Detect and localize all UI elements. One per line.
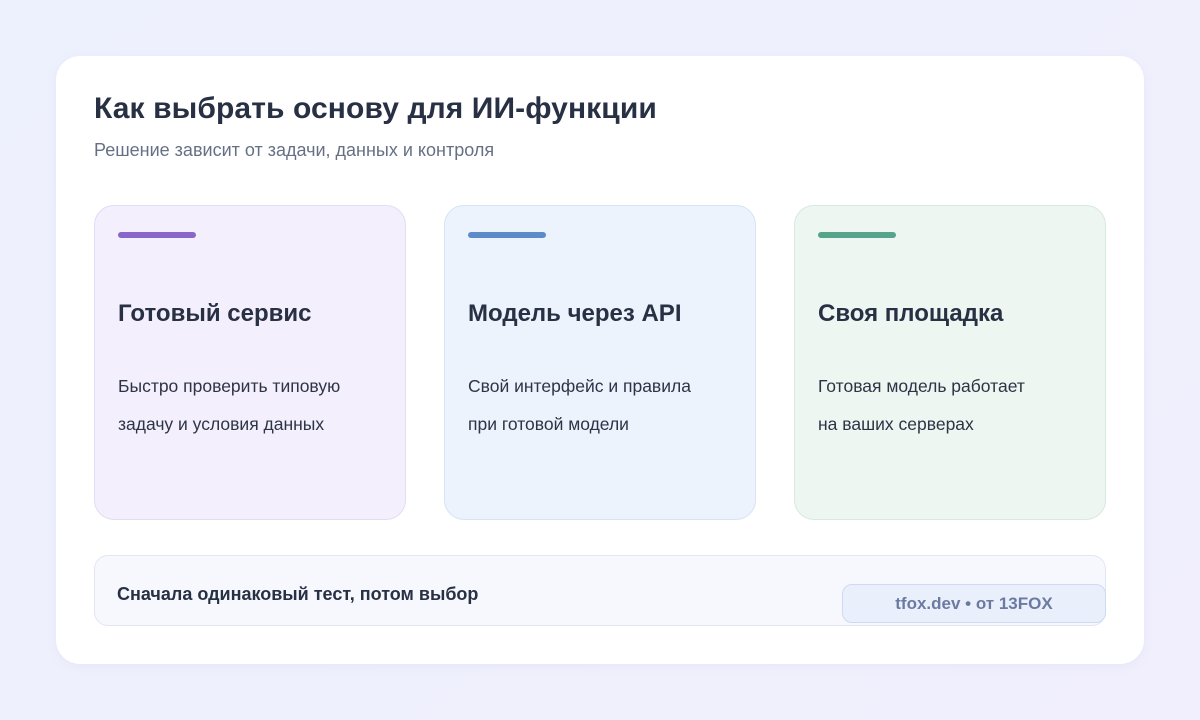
card-accent-bar: [818, 232, 896, 238]
card-description: Готовая модель работает на ваших сервера…: [818, 376, 1025, 434]
card-accent-bar: [468, 232, 546, 238]
footer-note: Сначала одинаковый тест, потом выбор tfo…: [94, 555, 1106, 626]
card-accent-bar: [118, 232, 196, 238]
card-title: Готовый сервис: [118, 300, 312, 327]
main-panel: Как выбрать основу для ИИ-функции Решени…: [56, 56, 1144, 664]
card-description: Быстро проверить типовую задачу и услови…: [118, 376, 341, 434]
card-title: Модель через API: [468, 300, 682, 327]
card-ready-service: Готовый сервис Быстро проверить типовую …: [94, 205, 406, 520]
card-title: Своя площадка: [818, 300, 1004, 327]
footer-text: Сначала одинаковый тест, потом выбор: [117, 584, 479, 604]
brand-badge: tfox.dev • от 13FOX: [842, 584, 1106, 623]
card-model-api: Модель через API Свой интерфейс и правил…: [444, 205, 756, 520]
card-own-platform: Своя площадка Готовая модель работает на…: [794, 205, 1106, 520]
page-subtitle: Решение зависит от задачи, данных и конт…: [94, 140, 495, 160]
card-description: Свой интерфейс и правила при готовой мод…: [468, 376, 691, 434]
page-title: Как выбрать основу для ИИ-функции: [94, 92, 657, 125]
